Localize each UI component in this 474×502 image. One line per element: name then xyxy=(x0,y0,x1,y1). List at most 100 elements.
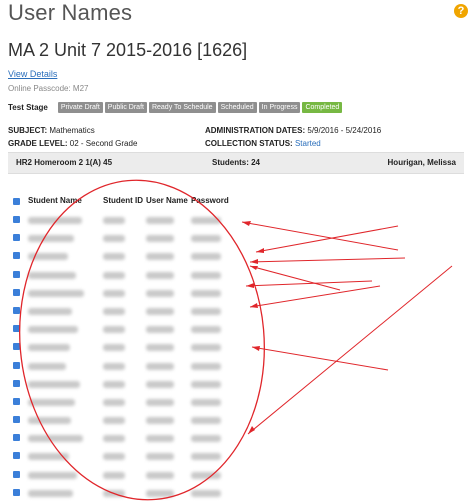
arrowhead-3 xyxy=(250,259,258,264)
row-checkbox[interactable] xyxy=(13,325,20,333)
subject-value: Mathematics xyxy=(49,126,95,135)
student-id-cell xyxy=(103,417,125,425)
student-id-cell xyxy=(103,307,125,315)
student-name-cell xyxy=(28,471,77,479)
row-checkbox[interactable] xyxy=(13,216,20,223)
user-name-cell xyxy=(146,344,174,352)
col-password: Password xyxy=(191,196,229,205)
password-cell xyxy=(191,471,221,479)
row-checkbox[interactable] xyxy=(13,434,20,442)
admin-dates-label: ADMINISTRATION DATES: xyxy=(205,126,306,135)
arrowhead-5 xyxy=(246,283,254,288)
student-name-cell xyxy=(28,362,66,370)
class-bar: HR2 Homeroom 2 1(A) 45 Students: 24 Hour… xyxy=(8,152,464,174)
table-row[interactable] xyxy=(8,484,238,502)
table-row[interactable] xyxy=(8,357,238,375)
table-row[interactable] xyxy=(8,411,238,429)
student-name-cell xyxy=(28,435,83,443)
table-row[interactable] xyxy=(8,247,238,265)
col-student-name: Student Name xyxy=(28,196,82,205)
select-all-checkbox[interactable] xyxy=(13,198,20,205)
password-cell xyxy=(191,453,221,461)
table-row[interactable] xyxy=(8,429,238,447)
collection-status-field: COLLECTION STATUS: Started xyxy=(205,139,321,148)
page-title: User Names xyxy=(8,0,133,25)
table-row[interactable] xyxy=(8,229,238,247)
user-name-cell xyxy=(146,489,174,497)
row-checkbox[interactable] xyxy=(13,270,20,278)
user-name-cell xyxy=(146,362,174,370)
student-id-cell xyxy=(103,235,125,243)
student-name-cell xyxy=(28,344,70,352)
table-row[interactable] xyxy=(8,302,238,320)
table-row[interactable] xyxy=(8,320,238,338)
student-id-cell xyxy=(103,344,125,352)
help-icon[interactable]: ? xyxy=(454,4,468,18)
collection-status-value[interactable]: Started xyxy=(295,139,321,148)
online-passcode: Online Passcode: M27 xyxy=(8,84,89,93)
row-checkbox[interactable] xyxy=(13,488,20,496)
test-name: MA 2 Unit 7 2015-2016 [1626] xyxy=(8,40,248,60)
table-row[interactable] xyxy=(8,211,238,229)
arrowhead-7 xyxy=(252,346,260,351)
password-cell xyxy=(191,362,221,370)
row-checkbox[interactable] xyxy=(13,234,20,242)
stage-in-progress: In Progress xyxy=(258,102,301,113)
table-row[interactable] xyxy=(8,447,238,465)
arrowhead-8 xyxy=(248,426,255,434)
test-stage-row: Test Stage Private Draft Public Draft Re… xyxy=(8,102,343,113)
row-checkbox[interactable] xyxy=(13,470,20,478)
student-id-cell xyxy=(103,362,125,370)
student-name-cell xyxy=(28,289,84,297)
stage-scheduled: Scheduled xyxy=(217,102,257,113)
table-row[interactable] xyxy=(8,393,238,411)
table-row[interactable] xyxy=(8,466,238,484)
arrow-4 xyxy=(249,265,341,291)
table-header: Student Name Student ID User Name Passwo… xyxy=(8,194,238,208)
row-checkbox[interactable] xyxy=(13,252,20,260)
view-details-link[interactable]: View Details xyxy=(8,69,57,79)
student-name-cell xyxy=(28,307,72,315)
grade-level-value: 02 - Second Grade xyxy=(69,139,138,148)
student-id-cell xyxy=(103,289,125,297)
table-row[interactable] xyxy=(8,284,238,302)
arrowhead-2 xyxy=(256,248,264,253)
student-id-cell xyxy=(103,398,125,406)
user-name-cell xyxy=(146,326,174,334)
user-name-cell xyxy=(146,435,174,443)
user-name-cell xyxy=(146,271,174,279)
user-name-cell xyxy=(146,471,174,479)
admin-dates-field: ADMINISTRATION DATES: 5/9/2016 - 5/24/20… xyxy=(205,126,381,135)
stage-ready-to-schedule: Ready To Schedule xyxy=(148,102,216,113)
student-id-cell xyxy=(103,253,125,261)
password-cell xyxy=(191,253,221,261)
table-row[interactable] xyxy=(8,338,238,356)
student-id-cell xyxy=(103,271,125,279)
row-checkbox[interactable] xyxy=(13,379,20,387)
student-name-cell xyxy=(28,235,74,243)
table-row[interactable] xyxy=(8,266,238,284)
arrowhead-6 xyxy=(250,303,258,308)
password-cell xyxy=(191,326,221,334)
row-checkbox[interactable] xyxy=(13,343,20,351)
row-checkbox[interactable] xyxy=(13,416,20,424)
arrow-3 xyxy=(249,257,406,263)
table-row[interactable] xyxy=(8,375,238,393)
arrow-6 xyxy=(249,285,381,308)
student-name-cell xyxy=(28,217,82,224)
row-checkbox[interactable] xyxy=(13,452,20,460)
teacher-name: Hourigan, Melissa xyxy=(387,158,456,167)
password-cell xyxy=(191,380,221,388)
test-stage-label: Test Stage xyxy=(8,103,48,112)
row-checkbox[interactable] xyxy=(13,306,20,314)
admin-dates-value: 5/9/2016 - 5/24/2016 xyxy=(307,126,382,135)
row-checkbox[interactable] xyxy=(13,397,20,405)
password-cell xyxy=(191,289,221,297)
stage-completed: Completed xyxy=(302,102,343,113)
row-checkbox[interactable] xyxy=(13,361,20,369)
row-checkbox[interactable] xyxy=(13,288,20,296)
password-cell xyxy=(191,417,221,425)
subject-label: SUBJECT: xyxy=(8,126,48,135)
collection-status-label: COLLECTION STATUS: xyxy=(205,139,293,148)
grade-level-field: GRADE LEVEL: 02 - Second Grade xyxy=(8,139,137,148)
